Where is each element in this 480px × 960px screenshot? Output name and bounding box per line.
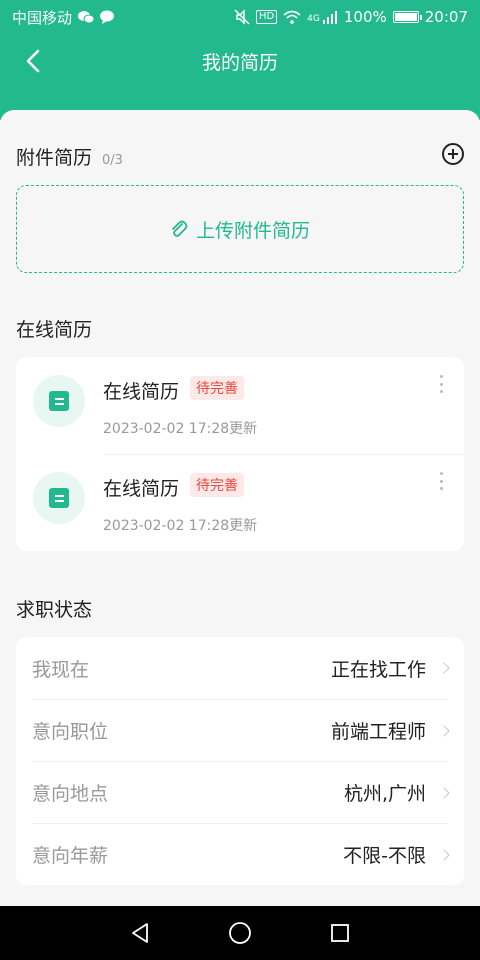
more-vertical-icon bbox=[439, 375, 443, 378]
attachment-title: 附件简历 bbox=[16, 147, 93, 169]
network-type: 4G bbox=[307, 14, 320, 24]
chevron-right-icon bbox=[438, 724, 450, 737]
attachment-count: 0/3 bbox=[102, 153, 123, 168]
add-circle-icon bbox=[448, 149, 458, 159]
resume-item-1[interactable]: 在线简历 待完善 2023-02-02 17:28更新 bbox=[16, 357, 464, 454]
resume-item-2[interactable]: 在线简历 待完善 2023-02-02 17:28更新 bbox=[16, 454, 464, 551]
resume-name: 在线简历 bbox=[103, 381, 180, 403]
status-label: 意向职位 bbox=[32, 721, 109, 743]
resume-updated-time: 2023-02-02 17:28更新 bbox=[103, 518, 258, 534]
upload-attachment-button[interactable]: 上传附件简历 bbox=[16, 185, 464, 273]
more-button[interactable] bbox=[436, 472, 446, 490]
page-title: 我的简历 bbox=[201, 52, 278, 74]
status-label: 意向年薪 bbox=[32, 845, 109, 867]
chevron-right-icon bbox=[438, 848, 450, 861]
status-badge: 待完善 bbox=[190, 376, 244, 400]
wifi-icon bbox=[283, 10, 301, 24]
status-value: 不限-不限 bbox=[343, 845, 426, 867]
nav-back-button[interactable] bbox=[120, 913, 160, 953]
main-content: 附件简历 0/3 上传附件简历 在线简历 在线简历 待完善 2023-02-02 … bbox=[0, 110, 480, 906]
battery-percent: 100% bbox=[343, 8, 387, 26]
triangle-back-icon bbox=[132, 923, 148, 943]
wechat-icon bbox=[78, 11, 95, 24]
status-value: 杭州,广州 bbox=[343, 783, 426, 805]
system-nav-bar bbox=[0, 906, 480, 960]
status-value: 正在找工作 bbox=[330, 658, 426, 681]
status-row-salary[interactable]: 意向年薪 不限-不限 bbox=[32, 823, 450, 885]
upload-label: 上传附件简历 bbox=[195, 219, 310, 242]
status-label: 我现在 bbox=[32, 658, 90, 681]
job-status-card: 我现在 正在找工作 意向职位 前端工程师 意向地点 杭州,广州 意向年薪 不限-… bbox=[16, 637, 464, 885]
resume-name: 在线简历 bbox=[103, 478, 180, 500]
online-section-title: 在线简历 bbox=[16, 319, 93, 341]
status-bar: 中国移动 HD 4G 100% 20:07 bbox=[0, 0, 480, 34]
status-row-position[interactable]: 意向职位 前端工程师 bbox=[32, 699, 450, 761]
status-row-location[interactable]: 意向地点 杭州,广州 bbox=[32, 761, 450, 823]
online-resume-card: 在线简历 待完善 2023-02-02 17:28更新 在线简历 待完善 202… bbox=[16, 357, 464, 551]
app-header: 我的简历 bbox=[0, 34, 480, 120]
add-attachment-button[interactable] bbox=[442, 143, 464, 165]
chevron-right-icon bbox=[438, 786, 450, 799]
carrier-label: 中国移动 bbox=[12, 8, 73, 27]
mute-icon bbox=[234, 9, 250, 25]
job-status-section-title: 求职状态 bbox=[16, 599, 93, 621]
signal-icon bbox=[322, 11, 337, 24]
clock: 20:07 bbox=[424, 8, 468, 26]
status-badge: 待完善 bbox=[190, 473, 244, 497]
more-vertical-icon bbox=[439, 472, 443, 475]
hd-badge: HD bbox=[255, 10, 278, 24]
document-icon bbox=[33, 472, 85, 524]
attachment-section-title: 附件简历 0/3 bbox=[16, 143, 123, 170]
nav-recents-button[interactable] bbox=[320, 913, 360, 953]
status-row-current[interactable]: 我现在 正在找工作 bbox=[16, 637, 464, 699]
battery-icon bbox=[392, 11, 422, 23]
status-label: 意向地点 bbox=[32, 783, 109, 805]
resume-updated-time: 2023-02-02 17:28更新 bbox=[103, 421, 258, 437]
nav-home-button[interactable] bbox=[220, 913, 260, 953]
circle-home-icon bbox=[229, 922, 251, 944]
paperclip-icon bbox=[172, 220, 188, 237]
status-value: 前端工程师 bbox=[330, 721, 426, 743]
chevron-right-icon bbox=[438, 662, 450, 674]
document-icon bbox=[33, 375, 85, 427]
square-recents-icon bbox=[331, 924, 349, 942]
more-button[interactable] bbox=[436, 375, 446, 393]
message-icon bbox=[100, 10, 115, 24]
